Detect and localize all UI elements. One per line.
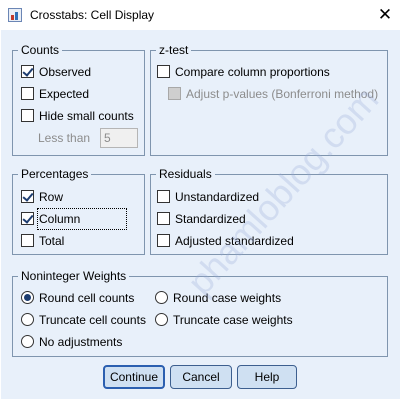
adjusted-standardized-check-box[interactable] [157,234,170,247]
less-than-label: Less than [38,131,91,145]
round-cell-counts-label: Round cell counts [39,291,135,305]
total-percentage-check-box[interactable] [21,234,34,247]
column-percentage-check-box[interactable] [21,212,34,225]
title-bar: Crosstabs: Cell Display ✕ [0,0,401,30]
adjust-p-values-check-box [168,87,181,100]
noninteger-weights-legend: Noninteger Weights [18,269,130,283]
standardized-check-box[interactable] [157,212,170,225]
cancel-button[interactable]: Cancel [170,365,232,389]
round-case-weights-radio-circle[interactable] [155,291,168,304]
close-icon[interactable]: ✕ [370,3,400,27]
counts-group: Counts Observed Expected Hide small coun… [12,43,145,156]
column-percentage-label: Column [37,208,127,230]
truncate-case-weights-label: Truncate case weights [173,313,293,327]
window-title: Crosstabs: Cell Display [30,8,155,22]
percentages-group: Percentages Row Column Total [12,167,145,255]
compare-column-proportions-check-box[interactable] [157,65,170,78]
hide-small-counts-check-box[interactable] [21,109,34,122]
no-adjustments-label: No adjustments [39,335,123,349]
expected-check-box[interactable] [21,87,34,100]
crosstabs-app-icon [8,8,22,22]
expected-label: Expected [39,87,90,101]
truncate-cell-counts-label: Truncate cell counts [39,313,146,327]
compare-column-proportions-label: Compare column proportions [175,65,330,79]
less-than-input[interactable]: 5 [100,128,138,148]
total-percentage-label: Total [39,234,65,248]
unstandardized-check-box[interactable] [157,190,170,203]
counts-legend: Counts [18,43,63,57]
continue-button[interactable]: Continue [103,365,165,389]
round-cell-counts-radio-circle[interactable] [21,291,34,304]
row-percentage-label: Row [39,190,64,204]
z-test-legend: z-test [156,43,192,57]
percentages-legend: Percentages [18,167,92,181]
help-button[interactable]: Help [237,365,297,389]
truncate-cell-counts-radio-circle[interactable] [21,313,34,326]
dialog-body: Counts Observed Expected Hide small coun… [1,30,400,399]
residuals-legend: Residuals [156,167,215,181]
truncate-case-weights-radio-circle[interactable] [155,313,168,326]
no-adjustments-radio-circle[interactable] [21,335,34,348]
hide-small-counts-label: Hide small counts [39,109,134,123]
observed-check-box[interactable] [21,65,34,78]
row-percentage-check-box[interactable] [21,190,34,203]
observed-label: Observed [39,65,92,79]
round-case-weights-label: Round case weights [173,291,282,305]
column-percentage-checkbox[interactable]: Column [21,208,131,230]
